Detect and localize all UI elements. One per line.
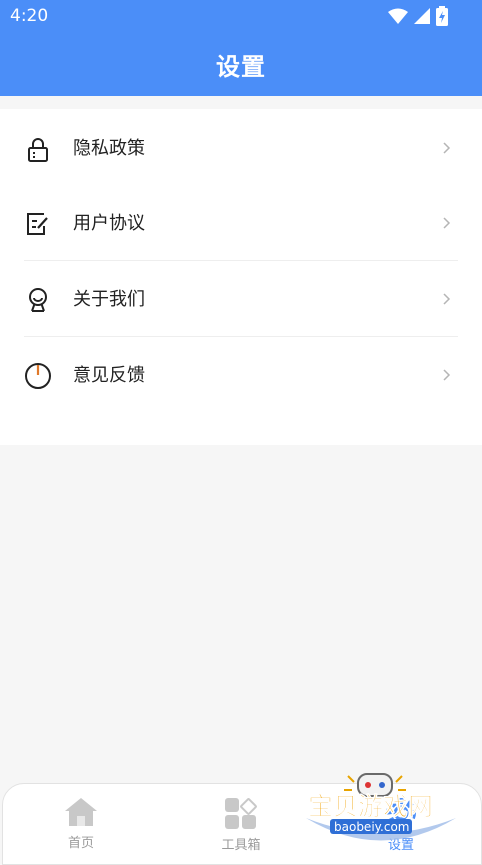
watermark-title: 宝贝游戏网 [308, 792, 433, 821]
chevron-right-icon [443, 293, 451, 305]
menu-item-about-us[interactable]: 关于我们 [0, 262, 482, 334]
menu-item-label: 用户协议 [73, 213, 145, 234]
battery-charging-icon [436, 6, 448, 26]
status-time: 4:20 [10, 6, 49, 26]
edit-document-icon [27, 213, 48, 235]
power-feedback-icon [25, 363, 51, 389]
home-icon [65, 798, 97, 826]
wifi-icon [388, 8, 408, 24]
toolbox-icon [225, 798, 257, 829]
lock-icon [28, 138, 48, 162]
chevron-right-icon [443, 142, 451, 154]
menu-item-label: 关于我们 [73, 289, 145, 310]
page-title: 设置 [216, 52, 266, 81]
divider [24, 260, 458, 261]
status-bar: 4:20 [0, 0, 482, 32]
menu-item-feedback[interactable]: 意见反馈 [0, 338, 482, 410]
menu-item-user-agreement[interactable]: 用户协议 [0, 186, 482, 258]
menu-item-privacy-policy[interactable]: 隐私政策 [0, 111, 482, 183]
divider [24, 336, 458, 337]
watermark-url: baobeiy.com [334, 820, 409, 834]
about-person-icon [29, 288, 47, 312]
chevron-right-icon [443, 369, 451, 381]
cell-signal-icon [414, 8, 430, 24]
nav-label: 工具箱 [221, 838, 261, 853]
settings-menu: 隐私政策 用户协议 关于我们 意见反馈 [0, 109, 482, 445]
nav-item-toolbox[interactable]: 工具箱 [201, 796, 281, 853]
chevron-right-icon [443, 217, 451, 229]
status-icons [388, 6, 448, 26]
nav-item-home[interactable]: 首页 [41, 796, 121, 851]
nav-label: 首页 [67, 836, 94, 851]
menu-item-label: 意见反馈 [73, 365, 145, 386]
menu-item-label: 隐私政策 [73, 138, 145, 159]
app-header: 设置 [0, 32, 482, 96]
watermark-logo: 宝贝游戏网 baobeiy.com [306, 773, 456, 841]
